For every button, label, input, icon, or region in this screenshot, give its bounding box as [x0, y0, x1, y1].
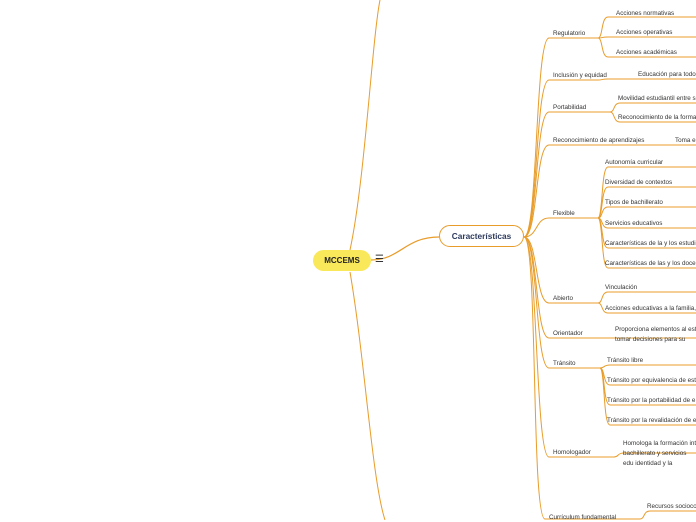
child-transito-portabilidad[interactable]: Tránsito por la portabilidad de e — [607, 397, 695, 405]
category-to-child — [597, 206, 696, 219]
child-transito-revalidacion[interactable]: Tránsito por la revalidación de e — [607, 417, 696, 425]
child-tipos-bachillerato[interactable]: Tipos de bachillerato — [605, 199, 663, 207]
child-caracteristicas-docentes[interactable]: Características de las y los docen — [605, 260, 696, 268]
category-regulatorio[interactable]: Regulatorio — [553, 30, 585, 38]
category-to-child — [597, 166, 696, 219]
category-to-child — [597, 291, 696, 304]
category-reconocimiento-aprendizajes[interactable]: Reconocimiento de aprendizajes — [553, 137, 644, 145]
category-to-child — [597, 36, 696, 39]
child-recursos-socioco[interactable]: Recursos socioco — [647, 503, 696, 511]
root-node[interactable]: MCCEMS — [313, 250, 371, 271]
child-acciones-normativas[interactable]: Acciones normativas — [616, 10, 674, 18]
category-transito[interactable]: Tránsito — [553, 360, 576, 368]
category-abierto[interactable]: Abierto — [553, 295, 573, 303]
child-diversidad-contextos[interactable]: Diversidad de contextos — [605, 179, 672, 187]
hub-to-category — [523, 79, 550, 238]
menu-icon[interactable]: ☰ — [375, 254, 384, 265]
category-homologador[interactable]: Homologador — [553, 449, 591, 457]
root-label: MCCEMS — [324, 256, 360, 265]
category-to-child — [599, 364, 696, 369]
child-acciones-operativas[interactable]: Acciones operativas — [616, 29, 672, 37]
child-acciones-academicas[interactable]: Acciones académicas — [616, 49, 677, 57]
category-to-child — [609, 102, 696, 113]
child-reconocimiento-forma[interactable]: Reconocimiento de la forma — [618, 114, 696, 122]
category-flexible[interactable]: Flexible — [553, 210, 575, 218]
child-autonomia-curricular[interactable]: Autonomía curricular — [605, 159, 663, 167]
root-branch-down — [349, 271, 386, 520]
child-educacion-para-todos[interactable]: Educación para todos — [638, 71, 696, 79]
child-transito-libre[interactable]: Tránsito libre — [607, 357, 643, 365]
child-acciones-educativas-familia[interactable]: Acciones educativas a la familia, — [605, 305, 696, 313]
category-to-child — [639, 510, 696, 520]
category-curriculum-fundamental[interactable]: Currículum fundamental — [549, 514, 616, 522]
category-inclusion-equidad[interactable]: Inclusión y equidad — [553, 72, 607, 80]
hub-to-category — [523, 236, 550, 339]
child-caracteristicas-estudiantes[interactable]: Características de la y los estudi — [605, 240, 696, 248]
child-vinculacion[interactable]: Vinculación — [605, 284, 637, 292]
child-proporciona-elementos[interactable]: Proporciona elementos al est tomar decis… — [615, 325, 696, 345]
child-movilidad-estudiantil[interactable]: Movilidad estudiantil entre s — [618, 95, 696, 103]
child-transito-equivalencia[interactable]: Tránsito por equivalencia de est — [607, 377, 696, 385]
child-servicios-educativos[interactable]: Servicios educativos — [605, 220, 662, 228]
category-orientador[interactable]: Orientador — [553, 330, 583, 338]
category-portabilidad[interactable]: Portabilidad — [553, 104, 586, 112]
child-homologa-formacion[interactable]: Homologa la formación int bachillerato y… — [623, 439, 696, 469]
root-branch-up — [349, 0, 381, 251]
child-toma[interactable]: Toma e — [675, 137, 696, 145]
main-label: Características — [451, 231, 512, 241]
main-node-caracteristicas[interactable]: Características — [439, 225, 524, 247]
category-to-child — [597, 78, 696, 81]
hub-to-category — [523, 37, 550, 238]
